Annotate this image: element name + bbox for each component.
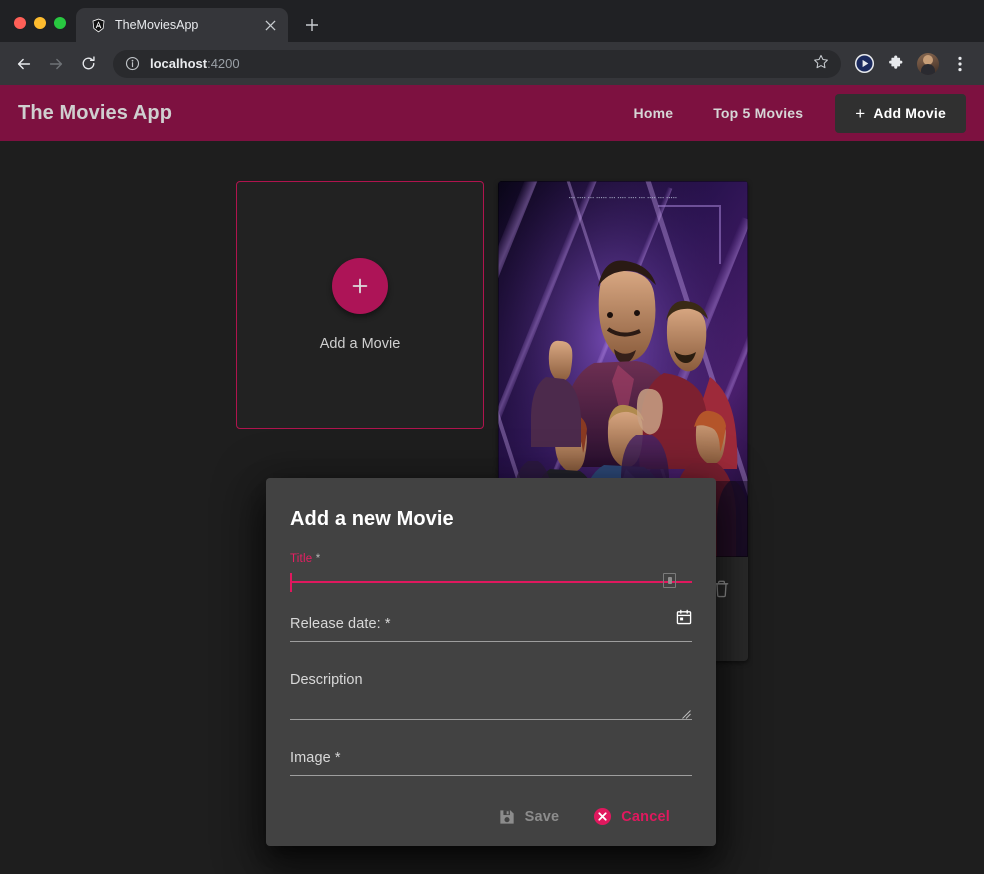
window-traffic-lights: [10, 17, 76, 42]
save-floppy-icon: [498, 808, 516, 826]
profile-avatar[interactable]: [913, 49, 943, 79]
autofill-icon[interactable]: [663, 573, 676, 588]
image-field-label: Image *: [290, 750, 341, 766]
angular-shield-icon: [90, 17, 106, 33]
address-bar[interactable]: localhost:4200: [113, 49, 841, 78]
minimize-window-button[interactable]: [34, 17, 46, 29]
resize-handle-icon[interactable]: [682, 706, 691, 719]
cancel-button[interactable]: Cancel: [593, 807, 670, 826]
calendar-icon[interactable]: [676, 609, 692, 630]
image-field[interactable]: Image *: [290, 750, 692, 776]
extensions-puzzle-icon[interactable]: [881, 49, 911, 79]
add-movie-fab[interactable]: [332, 258, 388, 314]
cancel-x-circle-icon: [593, 807, 612, 826]
plus-icon: +: [855, 103, 866, 123]
app-title: The Movies App: [18, 101, 173, 124]
release-date-field-underline: [290, 641, 692, 642]
browser-window: TheMoviesApp localhost:4200 The Movies A…: [0, 0, 984, 874]
app-nav: Home Top 5 Movies + Add Movie: [618, 93, 966, 133]
url-host: localhost: [150, 56, 208, 71]
page-viewport: The Movies App Home Top 5 Movies + Add M…: [0, 85, 984, 874]
nav-top-5-movies[interactable]: Top 5 Movies: [697, 95, 819, 131]
add-movie-button-label: Add Movie: [873, 105, 946, 121]
media-play-icon[interactable]: [849, 49, 879, 79]
close-window-button[interactable]: [14, 17, 26, 29]
address-bar-text: localhost:4200: [150, 56, 803, 71]
forward-arrow-icon[interactable]: [41, 49, 71, 79]
browser-tab[interactable]: TheMoviesApp: [76, 8, 288, 42]
description-field[interactable]: Description: [290, 672, 692, 720]
bookmark-star-icon[interactable]: [813, 54, 831, 74]
add-movie-card[interactable]: Add a Movie: [236, 181, 484, 429]
close-icon[interactable]: [261, 16, 279, 34]
tab-title: TheMoviesApp: [115, 18, 199, 32]
title-field[interactable]: Title *: [290, 553, 692, 592]
new-tab-button[interactable]: [298, 11, 326, 39]
dialog-actions: Save Cancel: [266, 807, 716, 826]
save-button-label: Save: [524, 808, 560, 825]
text-caret: [290, 573, 292, 592]
overflow-menu-icon[interactable]: [945, 49, 975, 79]
save-button[interactable]: Save: [498, 808, 560, 826]
add-movie-card-label: Add a Movie: [319, 336, 401, 352]
add-movie-button[interactable]: + Add Movie: [835, 93, 966, 133]
cancel-button-label: Cancel: [621, 808, 670, 825]
title-field-underline: [290, 581, 692, 583]
poster-credit-block: ▪▪▪ ▪▪▪▪ ▪▪▪ ▪▪▪▪▪ ▪▪▪ ▪▪▪▪ ▪▪▪▪ ▪▪▪ ▪▪▪…: [568, 195, 678, 200]
browser-toolbar: localhost:4200: [0, 42, 984, 85]
release-date-field-label: Release date: *: [290, 616, 391, 632]
url-port: :4200: [207, 56, 240, 71]
dialog-title: Add a new Movie: [290, 508, 454, 530]
app-toolbar: The Movies App Home Top 5 Movies + Add M…: [0, 85, 984, 141]
title-field-label: Title *: [290, 553, 321, 565]
plus-icon: [352, 278, 368, 294]
info-circle-icon[interactable]: [125, 56, 140, 71]
image-field-underline: [290, 775, 692, 776]
description-field-label: Description: [290, 672, 363, 688]
reload-icon[interactable]: [73, 49, 103, 79]
back-arrow-icon[interactable]: [9, 49, 39, 79]
maximize-window-button[interactable]: [54, 17, 66, 29]
nav-home[interactable]: Home: [618, 95, 690, 131]
add-movie-dialog: Add a new Movie Title * Release date: *: [266, 478, 716, 846]
tab-strip: TheMoviesApp: [0, 0, 984, 42]
release-date-field[interactable]: Release date: *: [290, 609, 692, 642]
description-field-underline: [290, 719, 692, 720]
